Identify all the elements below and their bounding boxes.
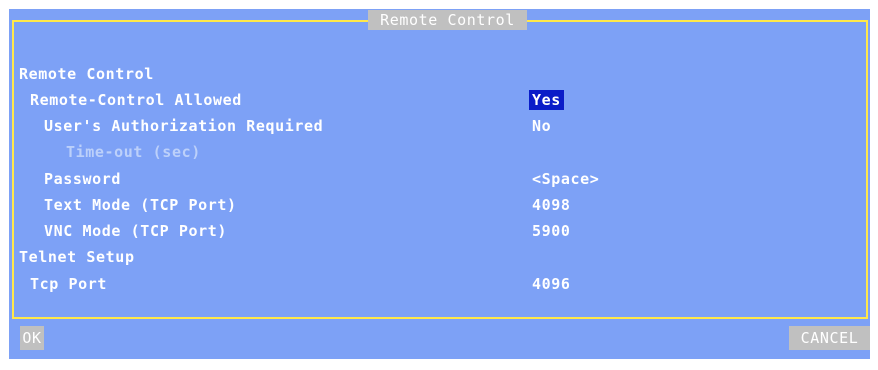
password-value[interactable]: <Space> [532, 169, 599, 189]
users-authorization-required-label: User's Authorization Required [44, 117, 324, 135]
password-label: Password [44, 170, 122, 188]
cancel-button[interactable]: CANCEL [789, 326, 870, 350]
ok-button[interactable]: OK [20, 326, 44, 350]
text-mode-port-label: Text Mode (TCP Port) [44, 196, 237, 214]
users-authorization-required-value[interactable]: No [532, 116, 551, 136]
remote-control-allowed-value[interactable]: Yes [529, 90, 564, 110]
vnc-mode-port-value[interactable]: 5900 [532, 221, 571, 241]
remote-control-allowed-label: Remote-Control Allowed [30, 91, 242, 109]
vnc-mode-port-label: VNC Mode (TCP Port) [44, 222, 227, 240]
timeout-label: Time-out (sec) [66, 143, 201, 161]
section-heading-telnet-setup: Telnet Setup [19, 248, 135, 266]
section-heading-remote-control: Remote Control [19, 65, 154, 83]
remote-control-dialog: Remote Control Remote Control Remote-Con… [9, 9, 870, 359]
tcp-port-value[interactable]: 4096 [532, 274, 571, 294]
tcp-port-label: Tcp Port [30, 275, 108, 293]
text-mode-port-value[interactable]: 4098 [532, 195, 571, 215]
